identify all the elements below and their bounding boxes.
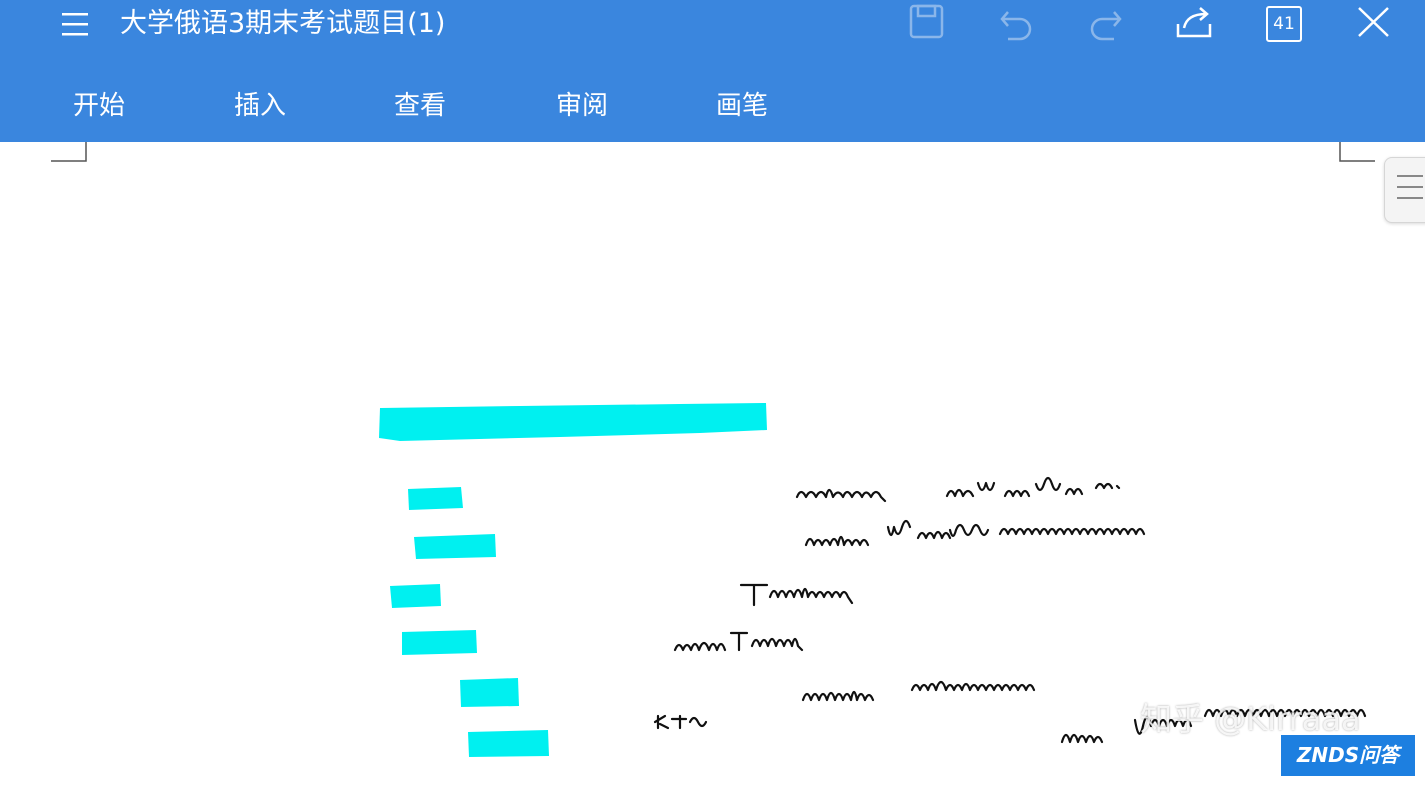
handwriting-line-6 (653, 714, 708, 730)
document-canvas (379, 403, 1367, 757)
handwriting-line-3 (739, 583, 854, 607)
znds-watermark: ZNDS问答 (1281, 735, 1415, 776)
highlight-5 (460, 678, 519, 707)
highlight-strokes (379, 403, 767, 757)
highlight-title (379, 403, 767, 441)
handwriting-line-4 (673, 631, 804, 652)
highlight-2 (414, 534, 496, 559)
handwriting-line-1 (795, 476, 1121, 503)
highlight-3 (390, 584, 441, 608)
highlight-6 (468, 730, 549, 757)
highlight-1 (408, 487, 463, 510)
highlight-4 (402, 630, 477, 655)
handwriting-line-2 (804, 519, 1146, 547)
handwriting-line-5 (801, 680, 1036, 702)
